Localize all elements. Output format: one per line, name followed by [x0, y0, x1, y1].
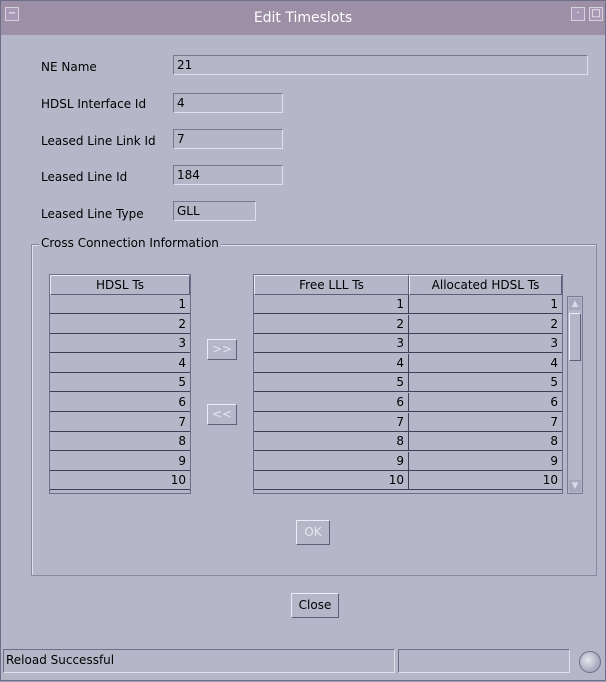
close-button[interactable]: Close [291, 593, 339, 618]
hdsl-ts-row[interactable]: 3 [50, 334, 190, 354]
add-timeslot-button[interactable]: >> [207, 339, 237, 360]
allocated-hdsl-ts-cell[interactable]: 2 [409, 315, 562, 334]
status-bar: Reload Successful [1, 649, 605, 682]
hdsl-ts-row[interactable]: 7 [50, 413, 190, 432]
hdsl-interface-id-field[interactable]: 4 [173, 93, 283, 113]
scroll-thumb[interactable] [569, 313, 581, 361]
allocated-hdsl-ts-cell[interactable]: 9 [409, 452, 562, 471]
allocated-hdsl-ts-cell[interactable]: 3 [409, 334, 562, 354]
hdsl-ts-row[interactable]: 10 [50, 471, 190, 491]
hdsl-ts-header[interactable]: HDSL Ts [50, 275, 190, 295]
free-lll-ts-cell[interactable]: 8 [254, 432, 409, 452]
leased-line-type-field[interactable]: GLL [173, 201, 256, 221]
remove-timeslot-button[interactable]: << [207, 404, 237, 425]
leased-line-id-label: Leased Line Id [41, 170, 128, 184]
allocated-hdsl-ts-cell[interactable]: 5 [409, 373, 562, 393]
ok-button[interactable]: OK [296, 520, 330, 545]
timeslot-mapping-table[interactable]: Free LLL Ts Allocated HDSL Ts 1122334455… [253, 274, 563, 494]
edit-timeslots-window: − Edit Timeslots · □ NE Name 21 HDSL Int… [0, 0, 606, 681]
scroll-up-icon[interactable]: ▲ [569, 298, 581, 310]
hdsl-ts-row[interactable]: 9 [50, 452, 190, 471]
ne-name-field[interactable]: 21 [173, 55, 588, 75]
free-lll-ts-cell[interactable]: 4 [254, 353, 409, 373]
free-lll-ts-cell[interactable]: 2 [254, 314, 409, 334]
free-lll-ts-header[interactable]: Free LLL Ts [254, 275, 409, 295]
status-message: Reload Successful [3, 649, 395, 673]
hdsl-interface-id-label: HDSL Interface Id [41, 97, 147, 111]
allocated-hdsl-ts-cell[interactable]: 6 [409, 393, 562, 412]
ne-name-label: NE Name [41, 60, 97, 74]
allocated-hdsl-ts-header[interactable]: Allocated HDSL Ts [409, 275, 562, 295]
hdsl-ts-row[interactable]: 6 [50, 393, 190, 412]
free-lll-ts-cell[interactable]: 5 [254, 373, 409, 393]
free-lll-ts-cell[interactable]: 9 [254, 451, 409, 471]
leased-line-id-field[interactable]: 184 [173, 165, 283, 185]
leased-line-type-label: Leased Line Type [41, 207, 144, 221]
free-lll-ts-cell[interactable]: 6 [254, 393, 409, 412]
allocated-hdsl-ts-cell[interactable]: 10 [409, 471, 562, 491]
leased-line-link-id-field[interactable]: 7 [173, 129, 283, 149]
hdsl-ts-row[interactable]: 1 [50, 295, 190, 314]
hdsl-ts-row[interactable]: 5 [50, 373, 190, 393]
window-title: Edit Timeslots [253, 10, 353, 26]
allocated-hdsl-ts-cell[interactable]: 4 [409, 354, 562, 373]
title-bar[interactable]: − Edit Timeslots · □ [1, 1, 605, 35]
allocated-hdsl-ts-cell[interactable]: 8 [409, 432, 562, 452]
status-secondary [398, 649, 570, 673]
table-scrollbar[interactable]: ▲ ▼ [567, 296, 583, 494]
allocated-hdsl-ts-cell[interactable]: 1 [409, 295, 562, 314]
leased-line-link-id-label: Leased Line Link Id [41, 134, 156, 148]
free-lll-ts-cell[interactable]: 1 [254, 295, 409, 314]
hdsl-ts-row[interactable]: 4 [50, 354, 190, 373]
maximize-icon[interactable]: □ [589, 7, 603, 21]
scroll-down-icon[interactable]: ▼ [569, 480, 581, 492]
hdsl-ts-table[interactable]: HDSL Ts 1 2 3 4 5 6 7 8 9 10 [49, 274, 191, 494]
allocated-hdsl-ts-cell[interactable]: 7 [409, 413, 562, 432]
free-lll-ts-cell[interactable]: 3 [254, 334, 409, 354]
minimize-icon[interactable]: · [571, 7, 585, 21]
free-lll-ts-cell[interactable]: 7 [254, 412, 409, 432]
globe-icon [579, 651, 601, 673]
hdsl-ts-row[interactable]: 2 [50, 315, 190, 334]
cross-connection-label: Cross Connection Information [39, 236, 221, 250]
hdsl-ts-row[interactable]: 8 [50, 432, 190, 452]
free-lll-ts-cell[interactable]: 10 [254, 471, 409, 491]
